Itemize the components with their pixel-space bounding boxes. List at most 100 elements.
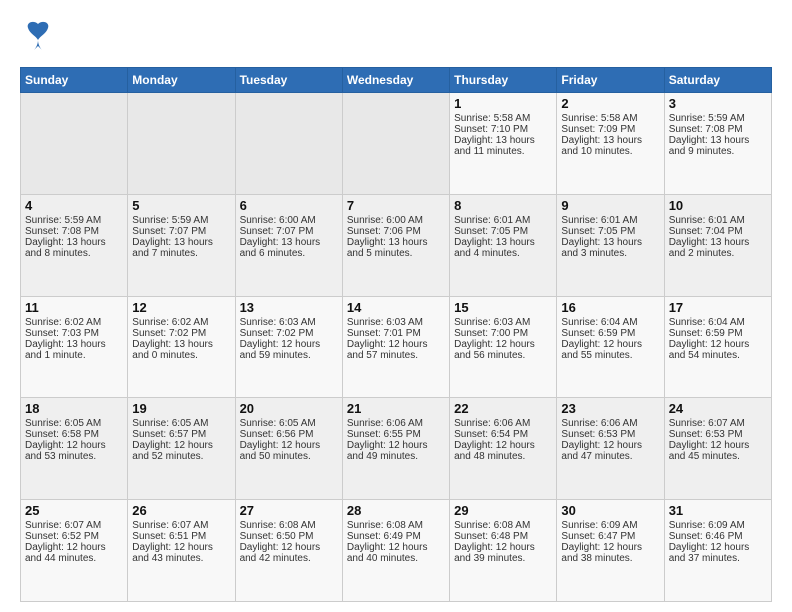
- week-row-4: 25Sunrise: 6:07 AMSunset: 6:52 PMDayligh…: [21, 500, 772, 602]
- calendar-cell: [342, 93, 449, 195]
- cell-text: Daylight: 12 hours and 53 minutes.: [25, 440, 123, 462]
- cell-text: Daylight: 13 hours and 1 minute.: [25, 339, 123, 361]
- cell-text: Sunrise: 6:02 AM: [132, 317, 230, 328]
- cell-text: Sunrise: 5:59 AM: [132, 215, 230, 226]
- header-day-wednesday: Wednesday: [342, 68, 449, 93]
- header-day-monday: Monday: [128, 68, 235, 93]
- cell-text: Daylight: 12 hours and 45 minutes.: [669, 440, 767, 462]
- week-row-2: 11Sunrise: 6:02 AMSunset: 7:03 PMDayligh…: [21, 296, 772, 398]
- cell-text: Sunset: 7:02 PM: [240, 328, 338, 339]
- calendar-cell: 10Sunrise: 6:01 AMSunset: 7:04 PMDayligh…: [664, 194, 771, 296]
- calendar-cell: 23Sunrise: 6:06 AMSunset: 6:53 PMDayligh…: [557, 398, 664, 500]
- day-number: 26: [132, 503, 230, 518]
- day-number: 1: [454, 96, 552, 111]
- calendar-cell: 14Sunrise: 6:03 AMSunset: 7:01 PMDayligh…: [342, 296, 449, 398]
- day-number: 29: [454, 503, 552, 518]
- cell-text: Sunset: 7:05 PM: [561, 226, 659, 237]
- cell-text: Sunset: 6:53 PM: [669, 429, 767, 440]
- calendar-cell: 5Sunrise: 5:59 AMSunset: 7:07 PMDaylight…: [128, 194, 235, 296]
- cell-text: Daylight: 12 hours and 49 minutes.: [347, 440, 445, 462]
- calendar-cell: 9Sunrise: 6:01 AMSunset: 7:05 PMDaylight…: [557, 194, 664, 296]
- page: SundayMondayTuesdayWednesdayThursdayFrid…: [0, 0, 792, 612]
- day-number: 3: [669, 96, 767, 111]
- calendar-cell: 3Sunrise: 5:59 AMSunset: 7:08 PMDaylight…: [664, 93, 771, 195]
- cell-text: Sunrise: 6:02 AM: [25, 317, 123, 328]
- cell-text: Sunset: 7:05 PM: [454, 226, 552, 237]
- cell-text: Daylight: 13 hours and 6 minutes.: [240, 237, 338, 259]
- logo-bird-icon: [20, 18, 56, 59]
- cell-text: Daylight: 13 hours and 10 minutes.: [561, 135, 659, 157]
- cell-text: Daylight: 12 hours and 56 minutes.: [454, 339, 552, 361]
- day-number: 5: [132, 198, 230, 213]
- day-number: 16: [561, 300, 659, 315]
- cell-text: Sunset: 6:48 PM: [454, 531, 552, 542]
- calendar-cell: 13Sunrise: 6:03 AMSunset: 7:02 PMDayligh…: [235, 296, 342, 398]
- day-number: 17: [669, 300, 767, 315]
- day-number: 24: [669, 401, 767, 416]
- header-day-thursday: Thursday: [450, 68, 557, 93]
- cell-text: Daylight: 12 hours and 37 minutes.: [669, 542, 767, 564]
- day-number: 9: [561, 198, 659, 213]
- cell-text: Daylight: 12 hours and 48 minutes.: [454, 440, 552, 462]
- cell-text: Sunset: 7:08 PM: [669, 124, 767, 135]
- cell-text: Sunrise: 6:04 AM: [669, 317, 767, 328]
- cell-text: Sunset: 6:49 PM: [347, 531, 445, 542]
- day-number: 31: [669, 503, 767, 518]
- calendar-cell: 12 Sunrise: 6:02 AMSunset: 7:02 PMDayligh…: [128, 296, 235, 398]
- cell-text: Sunrise: 5:59 AM: [25, 215, 123, 226]
- header-day-friday: Friday: [557, 68, 664, 93]
- day-number: 28: [347, 503, 445, 518]
- cell-text: Daylight: 12 hours and 39 minutes.: [454, 542, 552, 564]
- calendar-cell: 21Sunrise: 6:06 AMSunset: 6:55 PMDayligh…: [342, 398, 449, 500]
- cell-text: Sunrise: 6:01 AM: [561, 215, 659, 226]
- week-row-0: 1Sunrise: 5:58 AMSunset: 7:10 PMDaylight…: [21, 93, 772, 195]
- week-row-1: 4Sunrise: 5:59 AMSunset: 7:08 PMDaylight…: [21, 194, 772, 296]
- calendar-cell: 24Sunrise: 6:07 AMSunset: 6:53 PMDayligh…: [664, 398, 771, 500]
- cell-text: Daylight: 12 hours and 54 minutes.: [669, 339, 767, 361]
- calendar-cell: 17Sunrise: 6:04 AMSunset: 6:59 PMDayligh…: [664, 296, 771, 398]
- cell-text: Daylight: 13 hours and 0 minutes.: [132, 339, 230, 361]
- cell-text: Sunset: 6:55 PM: [347, 429, 445, 440]
- day-number: 22: [454, 401, 552, 416]
- cell-text: Sunset: 6:46 PM: [669, 531, 767, 542]
- cell-text: Daylight: 12 hours and 55 minutes.: [561, 339, 659, 361]
- calendar-cell: 15Sunrise: 6:03 AMSunset: 7:00 PMDayligh…: [450, 296, 557, 398]
- header-day-tuesday: Tuesday: [235, 68, 342, 93]
- calendar-cell: 20Sunrise: 6:05 AMSunset: 6:56 PMDayligh…: [235, 398, 342, 500]
- calendar-cell: 8Sunrise: 6:01 AMSunset: 7:05 PMDaylight…: [450, 194, 557, 296]
- cell-text: Sunset: 6:51 PM: [132, 531, 230, 542]
- calendar-cell: 28 Sunrise: 6:08 AMSunset: 6:49 PMDayligh…: [342, 500, 449, 602]
- calendar-cell: 27Sunrise: 6:08 AMSunset: 6:50 PMDayligh…: [235, 500, 342, 602]
- calendar-table: SundayMondayTuesdayWednesdayThursdayFrid…: [20, 67, 772, 602]
- cell-text: Daylight: 12 hours and 44 minutes.: [25, 542, 123, 564]
- cell-text: Sunrise: 6:08 AM: [347, 520, 445, 531]
- cell-text: Sunrise: 6:05 AM: [25, 418, 123, 429]
- cell-text: Sunrise: 6:09 AM: [561, 520, 659, 531]
- calendar-cell: 29 Sunrise: 6:08 AMSunset: 6:48 PMDayligh…: [450, 500, 557, 602]
- cell-text: Sunrise: 6:04 AM: [561, 317, 659, 328]
- calendar-cell: 22Sunrise: 6:06 AMSunset: 6:54 PMDayligh…: [450, 398, 557, 500]
- calendar-body: 1Sunrise: 5:58 AMSunset: 7:10 PMDaylight…: [21, 93, 772, 602]
- cell-text: Sunrise: 6:03 AM: [454, 317, 552, 328]
- logo: [20, 18, 60, 59]
- cell-text: Sunrise: 6:03 AM: [347, 317, 445, 328]
- cell-text: Sunrise: 6:05 AM: [240, 418, 338, 429]
- cell-text: Sunset: 6:54 PM: [454, 429, 552, 440]
- cell-text: Sunset: 7:02 PM: [132, 328, 230, 339]
- cell-text: Daylight: 12 hours and 38 minutes.: [561, 542, 659, 564]
- cell-text: Daylight: 12 hours and 40 minutes.: [347, 542, 445, 564]
- cell-text: Sunrise: 6:08 AM: [454, 520, 552, 531]
- day-number: 27: [240, 503, 338, 518]
- day-number: 12: [132, 300, 230, 315]
- day-number: 13: [240, 300, 338, 315]
- day-number: 8: [454, 198, 552, 213]
- cell-text: Sunset: 7:06 PM: [347, 226, 445, 237]
- calendar-cell: 11Sunrise: 6:02 AMSunset: 7:03 PMDayligh…: [21, 296, 128, 398]
- day-number: 20: [240, 401, 338, 416]
- day-number: 19: [132, 401, 230, 416]
- cell-text: Sunrise: 5:59 AM: [669, 113, 767, 124]
- cell-text: Sunrise: 6:08 AM: [240, 520, 338, 531]
- calendar-cell: 25Sunrise: 6:07 AMSunset: 6:52 PMDayligh…: [21, 500, 128, 602]
- cell-text: Sunrise: 6:01 AM: [669, 215, 767, 226]
- calendar-cell: 30Sunrise: 6:09 AMSunset: 6:47 PMDayligh…: [557, 500, 664, 602]
